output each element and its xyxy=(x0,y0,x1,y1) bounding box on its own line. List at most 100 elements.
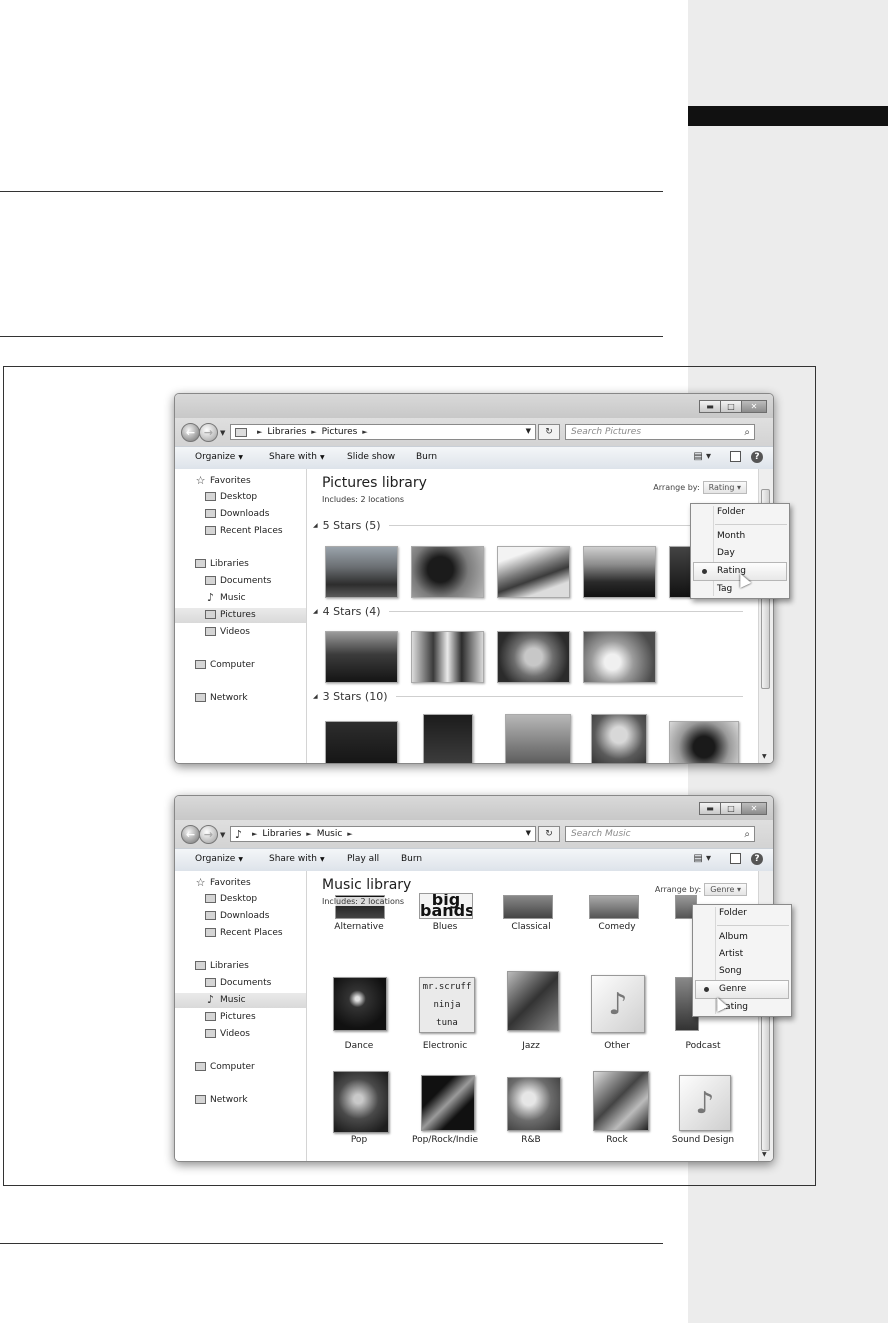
menu-item-month[interactable]: Month xyxy=(691,528,789,545)
album-cover[interactable] xyxy=(421,1075,475,1131)
nav-desktop[interactable]: Desktop xyxy=(175,892,306,907)
preview-pane-icon[interactable] xyxy=(730,853,741,864)
menu-item-genre[interactable]: Genre xyxy=(695,980,789,999)
genre-label[interactable]: Blues xyxy=(400,922,490,932)
genre-label[interactable]: Classical xyxy=(486,922,576,932)
photo-thumbnail[interactable] xyxy=(583,546,656,598)
nav-computer[interactable]: Computer xyxy=(175,1060,306,1075)
breadcrumb-pictures[interactable]: Pictures xyxy=(322,427,358,437)
arrange-by-dropdown[interactable]: Genre ▾ xyxy=(704,883,747,896)
slide-show-button[interactable]: Slide show xyxy=(347,452,395,462)
play-all-button[interactable]: Play all xyxy=(347,854,379,864)
menu-item-rating[interactable]: Rating xyxy=(693,999,791,1016)
photo-thumbnail[interactable] xyxy=(325,721,398,763)
share-with-button[interactable]: Share with ▼ xyxy=(269,452,325,462)
album-cover[interactable] xyxy=(507,1077,561,1131)
nav-music[interactable]: ♪ Music xyxy=(175,993,306,1008)
recent-pages-dropdown[interactable]: ▼ xyxy=(220,429,225,437)
back-arrow-icon[interactable]: ← xyxy=(181,825,200,844)
photo-thumbnail[interactable] xyxy=(591,714,647,763)
genre-label[interactable]: Podcast xyxy=(658,1041,748,1051)
genre-label[interactable]: Pop/Rock/Indie xyxy=(400,1135,490,1145)
genre-label[interactable]: Comedy xyxy=(572,922,662,932)
music-note-icon[interactable]: ♪ xyxy=(679,1075,731,1131)
photo-thumbnail[interactable] xyxy=(325,631,398,683)
album-cover[interactable] xyxy=(507,971,559,1031)
genre-label[interactable]: Dance xyxy=(314,1041,404,1051)
close-button[interactable]: ✕ xyxy=(741,802,767,815)
genre-label[interactable]: R&B xyxy=(486,1135,576,1145)
view-options-button[interactable]: ▤ ▾ xyxy=(693,853,711,864)
photo-thumbnail[interactable] xyxy=(497,631,570,683)
photo-thumbnail[interactable] xyxy=(411,546,484,598)
album-cover[interactable] xyxy=(593,1071,649,1131)
photo-thumbnail[interactable] xyxy=(583,631,656,683)
search-icon[interactable]: ⌕ xyxy=(744,426,750,440)
nav-downloads[interactable]: Downloads xyxy=(175,507,306,522)
menu-item-album[interactable]: Album xyxy=(693,929,791,946)
address-bar[interactable]: ► Libraries ► Pictures ► ▼ xyxy=(230,424,536,440)
forward-arrow-icon[interactable]: → xyxy=(199,825,218,844)
photo-thumbnail[interactable] xyxy=(497,546,570,598)
music-note-icon[interactable]: ♪ xyxy=(591,975,645,1033)
help-icon[interactable]: ? xyxy=(751,853,763,865)
menu-item-day[interactable]: Day xyxy=(691,545,789,562)
nav-downloads[interactable]: Downloads xyxy=(175,909,306,924)
close-button[interactable]: ✕ xyxy=(741,400,767,413)
scroll-down-arrow-icon[interactable]: ▼ xyxy=(762,1151,767,1158)
genre-label[interactable]: Alternative xyxy=(314,922,404,932)
organize-button[interactable]: Organize ▼ xyxy=(195,854,243,864)
maximize-button[interactable]: □ xyxy=(720,400,742,413)
breadcrumb-music[interactable]: Music xyxy=(317,829,343,839)
chevron-down-icon[interactable]: ▼ xyxy=(526,829,531,837)
minimize-button[interactable]: ▬ xyxy=(699,400,721,413)
genre-label[interactable]: Pop xyxy=(314,1135,404,1145)
preview-pane-icon[interactable] xyxy=(730,451,741,462)
refresh-icon[interactable]: ↻ xyxy=(538,424,560,440)
menu-item-song[interactable]: Song xyxy=(693,963,791,980)
album-cover[interactable] xyxy=(333,1071,389,1133)
menu-item-artist[interactable]: Artist xyxy=(693,946,791,963)
organize-button[interactable]: Organize ▼ xyxy=(195,452,243,462)
genre-label[interactable]: Sound Design xyxy=(658,1135,748,1145)
photo-thumbnail[interactable] xyxy=(325,546,398,598)
album-cover[interactable]: mr.scruff ninja tuna xyxy=(419,977,475,1033)
album-cover[interactable] xyxy=(333,977,387,1031)
nav-favorites[interactable]: ☆ Favorites xyxy=(175,876,306,891)
burn-button[interactable]: Burn xyxy=(401,854,422,864)
forward-arrow-icon[interactable]: → xyxy=(199,423,218,442)
breadcrumb-libraries[interactable]: Libraries xyxy=(262,829,301,839)
nav-libraries[interactable]: Libraries xyxy=(175,557,306,572)
breadcrumb-libraries[interactable]: Libraries xyxy=(267,427,306,437)
genre-label[interactable]: Rock xyxy=(572,1135,662,1145)
genre-label[interactable]: Electronic xyxy=(400,1041,490,1051)
minimize-button[interactable]: ▬ xyxy=(699,802,721,815)
nav-computer[interactable]: Computer xyxy=(175,658,306,673)
search-icon[interactable]: ⌕ xyxy=(744,828,750,842)
library-locations[interactable]: Includes: 2 locations xyxy=(322,897,411,906)
photo-thumbnail[interactable] xyxy=(669,546,691,598)
share-with-button[interactable]: Share with ▼ xyxy=(269,854,325,864)
photo-thumbnail[interactable] xyxy=(423,714,473,763)
nav-documents[interactable]: Documents xyxy=(175,976,306,991)
nav-libraries[interactable]: Libraries xyxy=(175,959,306,974)
nav-network[interactable]: Network xyxy=(175,1093,306,1108)
menu-item-folder[interactable]: Folder xyxy=(691,504,789,521)
nav-favorites[interactable]: ☆ Favorites xyxy=(175,474,306,489)
view-options-button[interactable]: ▤ ▾ xyxy=(693,451,711,462)
refresh-icon[interactable]: ↻ xyxy=(538,826,560,842)
search-input[interactable]: Search Pictures ⌕ xyxy=(565,424,755,440)
nav-documents[interactable]: Documents xyxy=(175,574,306,589)
nav-desktop[interactable]: Desktop xyxy=(175,490,306,505)
group-header[interactable]: ◢ 5 Stars (5) xyxy=(313,519,743,532)
maximize-button[interactable]: □ xyxy=(720,802,742,815)
nav-network[interactable]: Network xyxy=(175,691,306,706)
nav-videos[interactable]: Videos xyxy=(175,625,306,640)
chevron-down-icon[interactable]: ▼ xyxy=(526,427,531,435)
nav-videos[interactable]: Videos xyxy=(175,1027,306,1042)
album-cover[interactable]: big bands xyxy=(419,893,473,919)
photo-thumbnail[interactable] xyxy=(505,714,571,763)
nav-recent-places[interactable]: Recent Places xyxy=(175,926,306,941)
library-locations[interactable]: Includes: 2 locations xyxy=(322,495,404,504)
nav-music[interactable]: ♪ Music xyxy=(175,591,306,606)
